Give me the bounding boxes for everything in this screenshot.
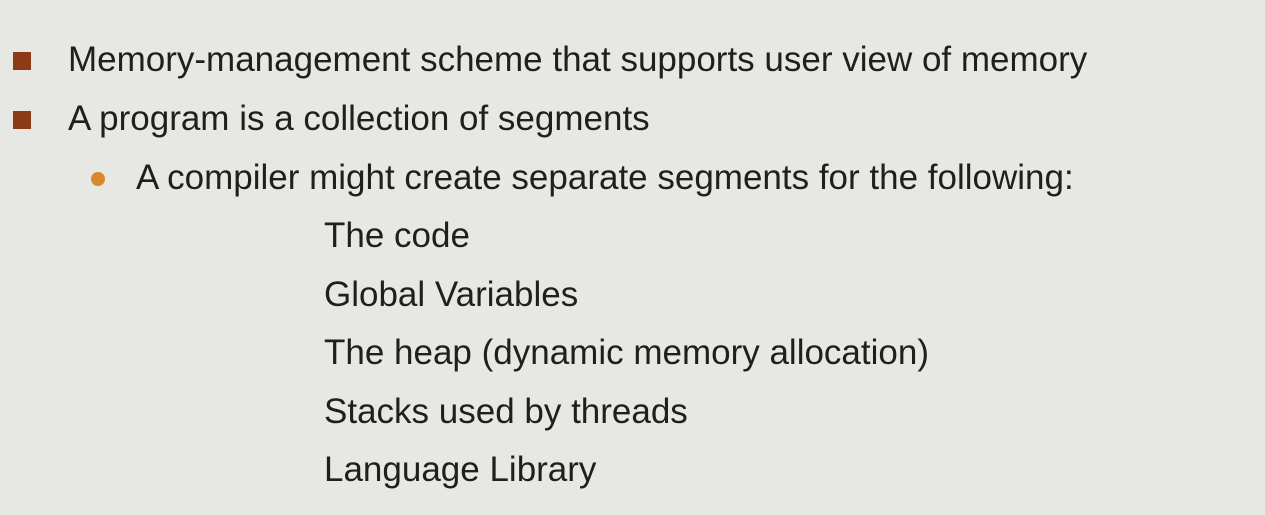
slide: Memory-management scheme that supports u… (0, 0, 1265, 515)
round-bullet-icon (91, 172, 105, 186)
square-bullet-icon (13, 111, 31, 129)
segment-item: The code (324, 216, 470, 255)
square-bullet-icon (13, 52, 31, 70)
segment-item: Global Variables (324, 275, 579, 314)
segment-item: Language Library (324, 450, 597, 489)
segment-item: Stacks used by threads (324, 392, 688, 431)
segment-item: The heap (dynamic memory allocation) (324, 333, 929, 372)
sub-bullet-text: A compiler might create separate segment… (136, 158, 1074, 197)
bullet-text-2: A program is a collection of segments (68, 99, 650, 138)
bullet-text-1: Memory-management scheme that supports u… (68, 40, 1088, 79)
